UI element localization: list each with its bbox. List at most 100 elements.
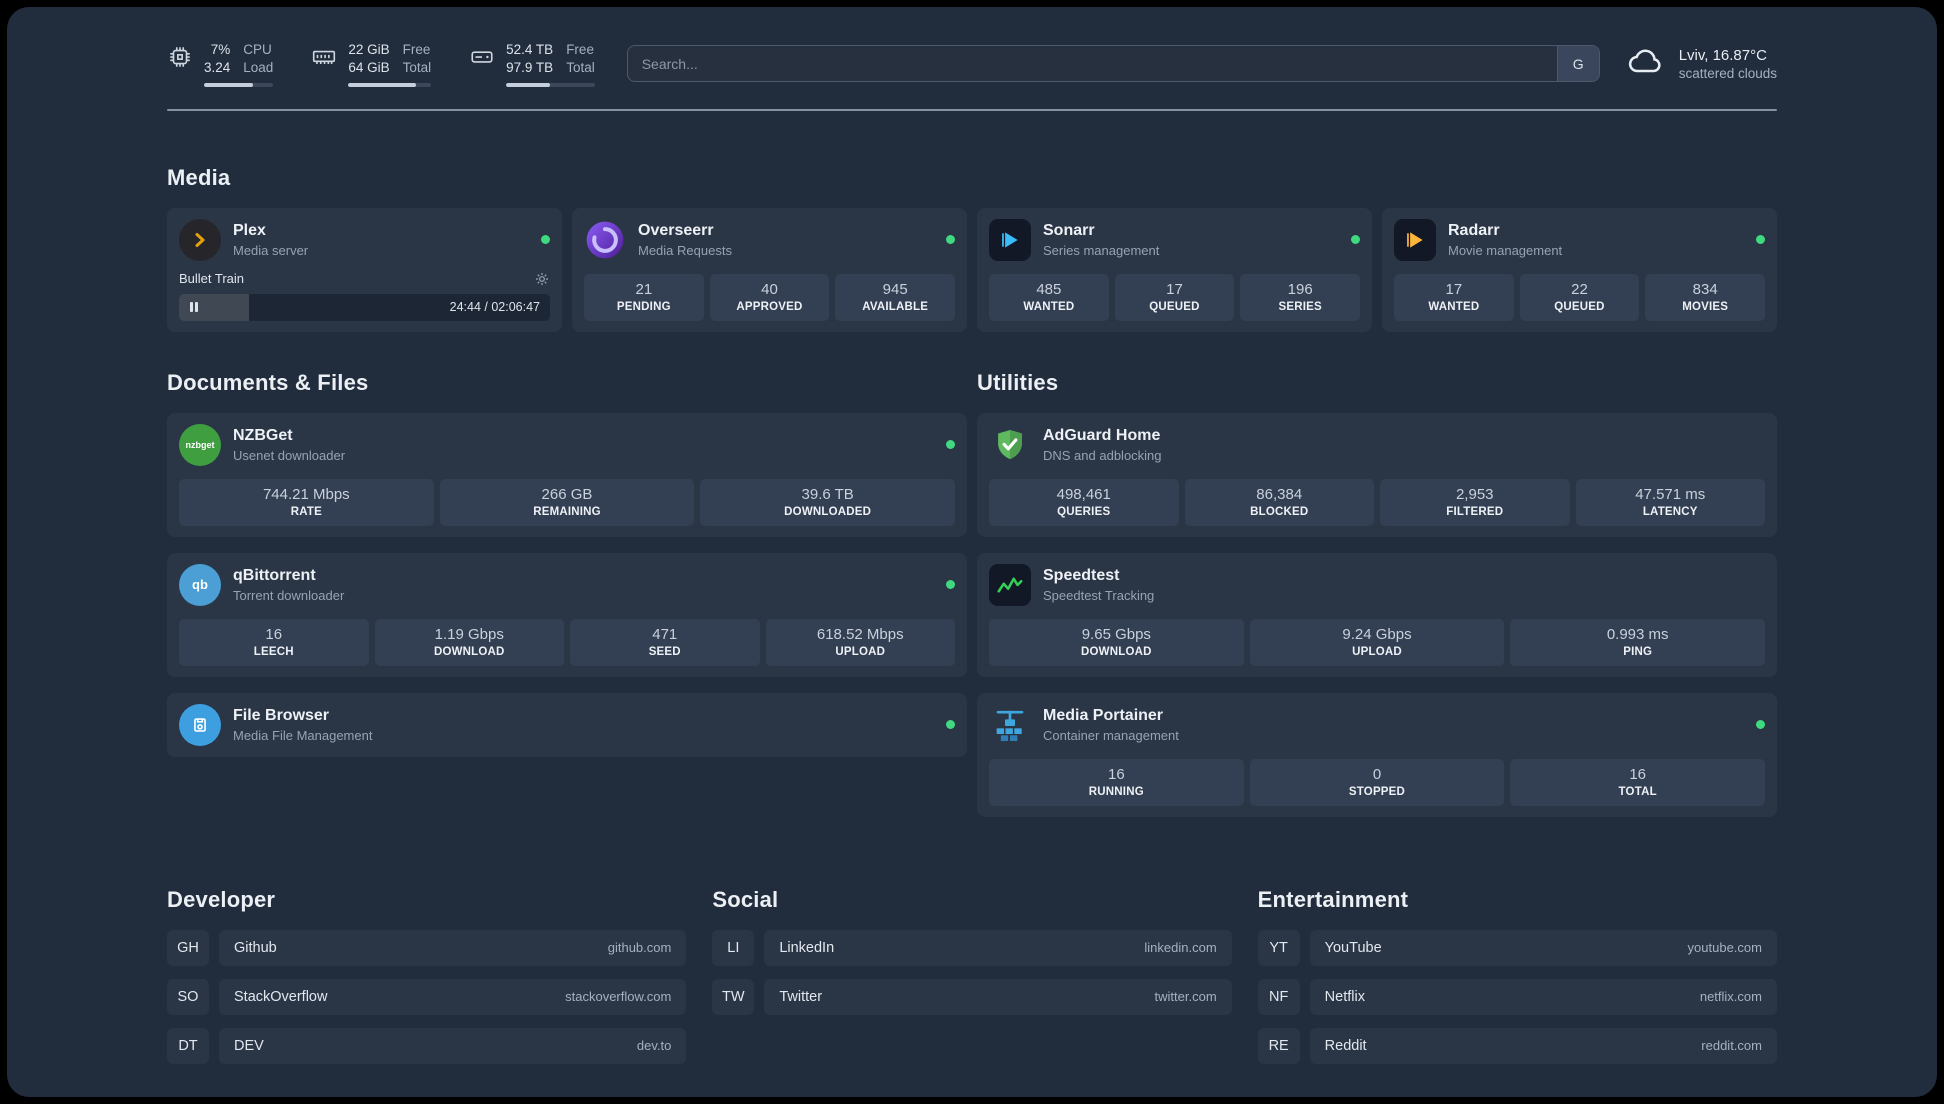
stat-label: FILTERED — [1446, 505, 1504, 518]
cpu-usage-label: CPU — [243, 42, 272, 57]
section-title-utilities: Utilities — [977, 369, 1059, 395]
service-card-filebrowser[interactable]: File Browser Media File Management — [167, 692, 967, 757]
filebrowser-icon — [179, 703, 221, 746]
stat-value: 21 — [635, 280, 653, 298]
search-provider-button[interactable]: G — [1556, 46, 1599, 82]
stat-label: LEECH — [253, 645, 294, 658]
topbar: 7% 3.24 CPU Load 22 GiB 64 GiB Free Tota… — [167, 41, 1777, 87]
stat-tile-download: 1.19 Gbps DOWNLOAD — [374, 618, 564, 666]
cpu-usage-value: 7% — [210, 42, 231, 57]
stat-tile-queries: 498,461 QUERIES — [989, 478, 1179, 526]
service-card-speedtest[interactable]: Speedtest Speedtest Tracking 9.65 Gbps D… — [977, 552, 1777, 677]
service-card-qbittorrent[interactable]: qb qBittorrent Torrent downloader 16 LEE… — [167, 552, 967, 677]
stat-value: 0 — [1372, 765, 1382, 783]
service-title-overseerr: Overseerr — [638, 221, 714, 239]
stat-tile-available: 945 AVAILABLE — [835, 273, 955, 321]
stat-tile-latency: 47.571 ms LATENCY — [1575, 478, 1765, 526]
service-card-overseerr[interactable]: Overseerr Media Requests 21 PENDING 40 A… — [572, 207, 967, 332]
section-title-developer: Developer — [167, 886, 276, 912]
bookmark-abbr: GH — [167, 929, 209, 966]
disk-icon — [469, 44, 495, 70]
stat-value: 17 — [1445, 280, 1463, 298]
service-card-nzbget[interactable]: nzbget NZBGet Usenet downloader 744.21 M… — [167, 412, 967, 537]
bookmark-name: LinkedIn — [779, 939, 835, 956]
bookmark-netflix[interactable]: NF Netflix netflix.com — [1257, 978, 1777, 1015]
service-subtitle-nzbget: Usenet downloader — [233, 447, 346, 463]
stat-tile-total: 16 TOTAL — [1510, 758, 1765, 806]
bookmark-reddit[interactable]: RE Reddit reddit.com — [1257, 1027, 1777, 1064]
service-subtitle-plex: Media server — [233, 242, 309, 258]
bookmark-linkedin[interactable]: LI LinkedIn linkedin.com — [712, 929, 1232, 966]
stat-value: 9.65 Gbps — [1081, 625, 1151, 643]
bookmark-dev[interactable]: DT DEV dev.to — [167, 1027, 687, 1064]
topbar-divider — [167, 108, 1777, 111]
service-card-portainer[interactable]: Media Portainer Container management 16 … — [977, 692, 1777, 817]
bookmark-url: dev.to — [636, 1038, 672, 1054]
stat-tile-leech: 16 LEECH — [179, 618, 369, 666]
stat-value: 618.52 Mbps — [816, 625, 904, 643]
bookmark-stackoverflow[interactable]: SO StackOverflow stackoverflow.com — [167, 978, 687, 1015]
search-input[interactable] — [627, 55, 1557, 72]
memory-icon — [311, 44, 337, 70]
stat-tile-download: 9.65 Gbps DOWNLOAD — [989, 618, 1244, 666]
search-bar: G — [626, 45, 1600, 83]
stat-value: 471 — [652, 625, 678, 643]
disk-widget: 52.4 TB 97.9 TB Free Total — [469, 41, 595, 87]
weather-location: Lviv, 16.87°C — [1678, 46, 1767, 64]
gear-icon[interactable] — [534, 271, 550, 287]
stat-tile-stopped: 0 STOPPED — [1249, 758, 1505, 806]
status-dot — [946, 720, 955, 730]
stat-value: 2,953 — [1455, 485, 1494, 503]
bookmark-name: Reddit — [1324, 1037, 1367, 1054]
service-card-adguard[interactable]: AdGuard Home DNS and adblocking 498,461 … — [977, 412, 1777, 537]
service-card-radarr[interactable]: Radarr Movie management 17 WANTED 22 QUE… — [1382, 207, 1777, 332]
nzbget-icon-text: nzbget — [185, 439, 215, 450]
stat-label: WANTED — [1428, 300, 1480, 313]
weather-widget[interactable]: Lviv, 16.87°C scattered clouds — [1626, 41, 1777, 86]
stat-value: 16 — [1629, 765, 1646, 783]
stat-label: DOWNLOADED — [784, 505, 872, 518]
service-title-qbittorrent: qBittorrent — [233, 566, 316, 584]
stat-tile-approved: 40 APPROVED — [709, 273, 830, 321]
bookmark-youtube[interactable]: YT YouTube youtube.com — [1257, 929, 1777, 966]
service-title-filebrowser: File Browser — [233, 706, 330, 724]
stat-tile-ping: 0.993 ms PING — [1510, 618, 1765, 666]
playback-progress-bar[interactable]: 24:44 / 02:06:47 — [179, 293, 550, 321]
stat-value: 0.993 ms — [1606, 625, 1669, 643]
service-subtitle-adguard: DNS and adblocking — [1043, 447, 1162, 463]
qbittorrent-icon: qb — [179, 563, 221, 606]
section-media: Media Plex Media server Bullet Train 24:… — [167, 165, 1777, 332]
stat-tile-filtered: 2,953 FILTERED — [1380, 478, 1570, 526]
cpu-load-label: Load — [243, 59, 274, 75]
service-subtitle-overseerr: Media Requests — [638, 242, 732, 258]
stat-label: MOVIES — [1682, 300, 1729, 313]
stat-tile-blocked: 86,384 BLOCKED — [1184, 478, 1374, 526]
stat-tile-remaining: 266 GB REMAINING — [439, 478, 695, 526]
bookmark-twitter[interactable]: TW Twitter twitter.com — [712, 978, 1232, 1015]
section-title-entertainment: Entertainment — [1257, 886, 1409, 912]
cpu-icon — [167, 44, 193, 70]
status-dot — [541, 235, 550, 245]
status-dot — [1756, 235, 1765, 245]
memory-progress-bar — [348, 82, 432, 87]
stat-value: 744.21 Mbps — [262, 485, 350, 503]
stat-label: PING — [1623, 645, 1653, 658]
disk-total-label: Total — [566, 59, 595, 75]
stat-value: 16 — [265, 625, 283, 643]
service-title-adguard: AdGuard Home — [1043, 426, 1161, 444]
status-dot — [946, 235, 955, 245]
service-card-plex[interactable]: Plex Media server Bullet Train 24:44 / 0… — [167, 207, 562, 332]
stat-value: 22 — [1571, 280, 1588, 298]
stat-value: 834 — [1692, 280, 1718, 298]
stat-value: 945 — [882, 280, 908, 298]
bookmark-github[interactable]: GH Github github.com — [167, 929, 687, 966]
bookmark-abbr: LI — [712, 929, 755, 966]
bookmark-abbr: RE — [1257, 1027, 1300, 1064]
section-utilities: Utilities AdGuard Home DNS and adblockin… — [977, 370, 1777, 817]
service-title-nzbget: NZBGet — [233, 426, 293, 444]
now-playing-title: Bullet Train — [179, 271, 245, 287]
pause-icon[interactable] — [189, 301, 199, 313]
stat-tile-movies: 834 MOVIES — [1645, 273, 1765, 321]
bookmark-abbr: NF — [1257, 978, 1300, 1015]
service-card-sonarr[interactable]: Sonarr Series management 485 WANTED 17 Q… — [977, 207, 1372, 332]
